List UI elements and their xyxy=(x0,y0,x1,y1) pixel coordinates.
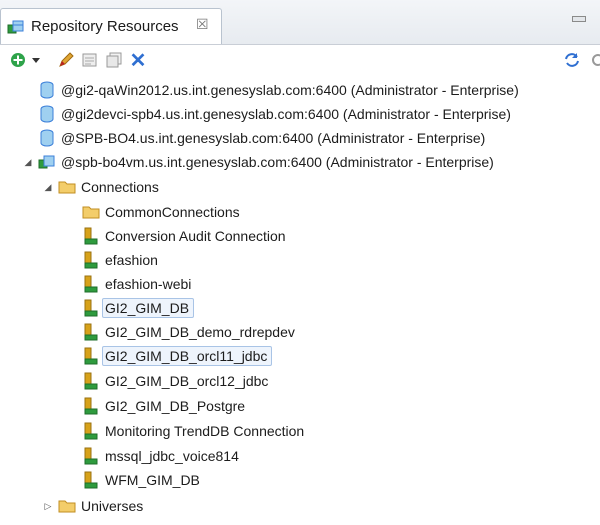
connection-icon xyxy=(82,397,100,415)
folder-icon xyxy=(82,203,100,221)
tab-title: Repository Resources xyxy=(31,18,179,35)
expanded-arrow-icon[interactable]: ◢ xyxy=(22,156,34,168)
more-icon[interactable] xyxy=(586,50,600,70)
repository-connected-icon xyxy=(38,153,56,171)
close-icon[interactable]: ☒ xyxy=(196,16,209,33)
tree-connection-item[interactable]: Monitoring TrendDB Connection xyxy=(82,420,304,442)
tree-connection-item-selected[interactable]: GI2_GIM_DB xyxy=(82,297,195,319)
connection-icon xyxy=(82,251,100,269)
tab-repository-resources[interactable]: Repository Resources ☒ xyxy=(0,8,222,44)
tree-connection-item[interactable]: GI2_GIM_DB_orcl12_jdbc xyxy=(82,370,268,392)
properties-icon[interactable] xyxy=(80,50,100,70)
tree-folder-common-connections[interactable]: CommonConnections xyxy=(82,201,240,223)
tree-connection-item[interactable]: mssql_jdbc_voice814 xyxy=(82,445,239,467)
connection-icon xyxy=(82,447,100,465)
tree-server-label: @gi2-qaWin2012.us.int.genesyslab.com:640… xyxy=(61,82,519,98)
copy-icon[interactable] xyxy=(104,50,124,70)
connection-label: mssql_jdbc_voice814 xyxy=(105,448,239,464)
toolbar: ✕ xyxy=(0,46,600,74)
connection-label: efashion-webi xyxy=(105,276,192,292)
folder-icon xyxy=(58,178,76,196)
tree-folder-label: Universes xyxy=(81,498,144,514)
repository-icon xyxy=(7,19,25,38)
tree-folder-universes[interactable]: ▷ Universes xyxy=(42,495,144,517)
tree-folder-connections[interactable]: ◢ Connections xyxy=(42,176,159,198)
connection-icon xyxy=(82,323,100,341)
connection-label: WFM_GIM_DB xyxy=(105,472,200,488)
collapsed-arrow-icon[interactable]: ▷ xyxy=(42,500,54,512)
tree-server-item[interactable]: ◢ @spb-bo4vm.us.int.genesyslab.com:6400 … xyxy=(22,151,494,173)
tree-server-item[interactable]: @SPB-BO4.us.int.genesyslab.com:6400 (Adm… xyxy=(22,127,485,149)
tree-folder-label: CommonConnections xyxy=(105,204,240,220)
folder-icon xyxy=(58,497,76,515)
tree-connection-item[interactable]: efashion xyxy=(82,249,158,271)
delete-icon[interactable]: ✕ xyxy=(128,50,148,72)
connection-icon xyxy=(82,347,100,365)
connection-label: GI2_GIM_DB_demo_rdrepdev xyxy=(105,324,295,340)
tree-connection-item[interactable]: GI2_GIM_DB_demo_rdrepdev xyxy=(82,321,295,343)
connection-label: Monitoring TrendDB Connection xyxy=(105,423,305,439)
tree-server-label: @spb-bo4vm.us.int.genesyslab.com:6400 (A… xyxy=(61,154,494,170)
database-server-icon xyxy=(38,81,56,99)
connection-icon xyxy=(82,471,100,489)
tree-folder-label: Connections xyxy=(81,179,159,195)
connection-label: GI2_GIM_DB xyxy=(102,298,195,318)
edit-icon[interactable] xyxy=(56,50,76,70)
connection-label: efashion xyxy=(105,252,158,268)
connection-icon xyxy=(82,275,100,293)
dropdown-arrow-icon[interactable] xyxy=(30,50,42,70)
connection-icon xyxy=(82,227,100,245)
refresh-icon[interactable] xyxy=(562,50,582,70)
connection-icon xyxy=(82,372,100,390)
tree-connection-item[interactable]: WFM_GIM_DB xyxy=(82,469,200,491)
add-icon[interactable] xyxy=(8,50,28,70)
connection-label: GI2_GIM_DB_Postgre xyxy=(105,398,246,414)
tree-server-label: @gi2devci-spb4.us.int.genesyslab.com:640… xyxy=(61,106,511,122)
tree-server-label: @SPB-BO4.us.int.genesyslab.com:6400 (Adm… xyxy=(61,130,486,146)
expanded-arrow-icon[interactable]: ◢ xyxy=(42,181,54,193)
connection-label: GI2_GIM_DB_orcl12_jdbc xyxy=(105,373,269,389)
connection-label: GI2_GIM_DB_orcl11_jdbc xyxy=(102,346,273,366)
tree-connection-item[interactable]: GI2_GIM_DB_Postgre xyxy=(82,395,245,417)
tree-connection-item-selected[interactable]: GI2_GIM_DB_orcl11_jdbc xyxy=(82,345,273,367)
tree-connection-item[interactable]: Conversion Audit Connection xyxy=(82,225,286,247)
connection-label: Conversion Audit Connection xyxy=(105,228,286,244)
connection-icon xyxy=(82,422,100,440)
tree-connection-item[interactable]: efashion-webi xyxy=(82,273,191,295)
view-tab-bar: Repository Resources ☒ xyxy=(0,0,600,45)
tree-server-item[interactable]: @gi2devci-spb4.us.int.genesyslab.com:640… xyxy=(22,103,511,125)
database-server-icon xyxy=(38,105,56,123)
database-server-icon xyxy=(38,129,56,147)
minimize-icon[interactable] xyxy=(572,16,586,22)
tree-server-item[interactable]: @gi2-qaWin2012.us.int.genesyslab.com:640… xyxy=(22,79,519,101)
connection-icon xyxy=(82,299,100,317)
